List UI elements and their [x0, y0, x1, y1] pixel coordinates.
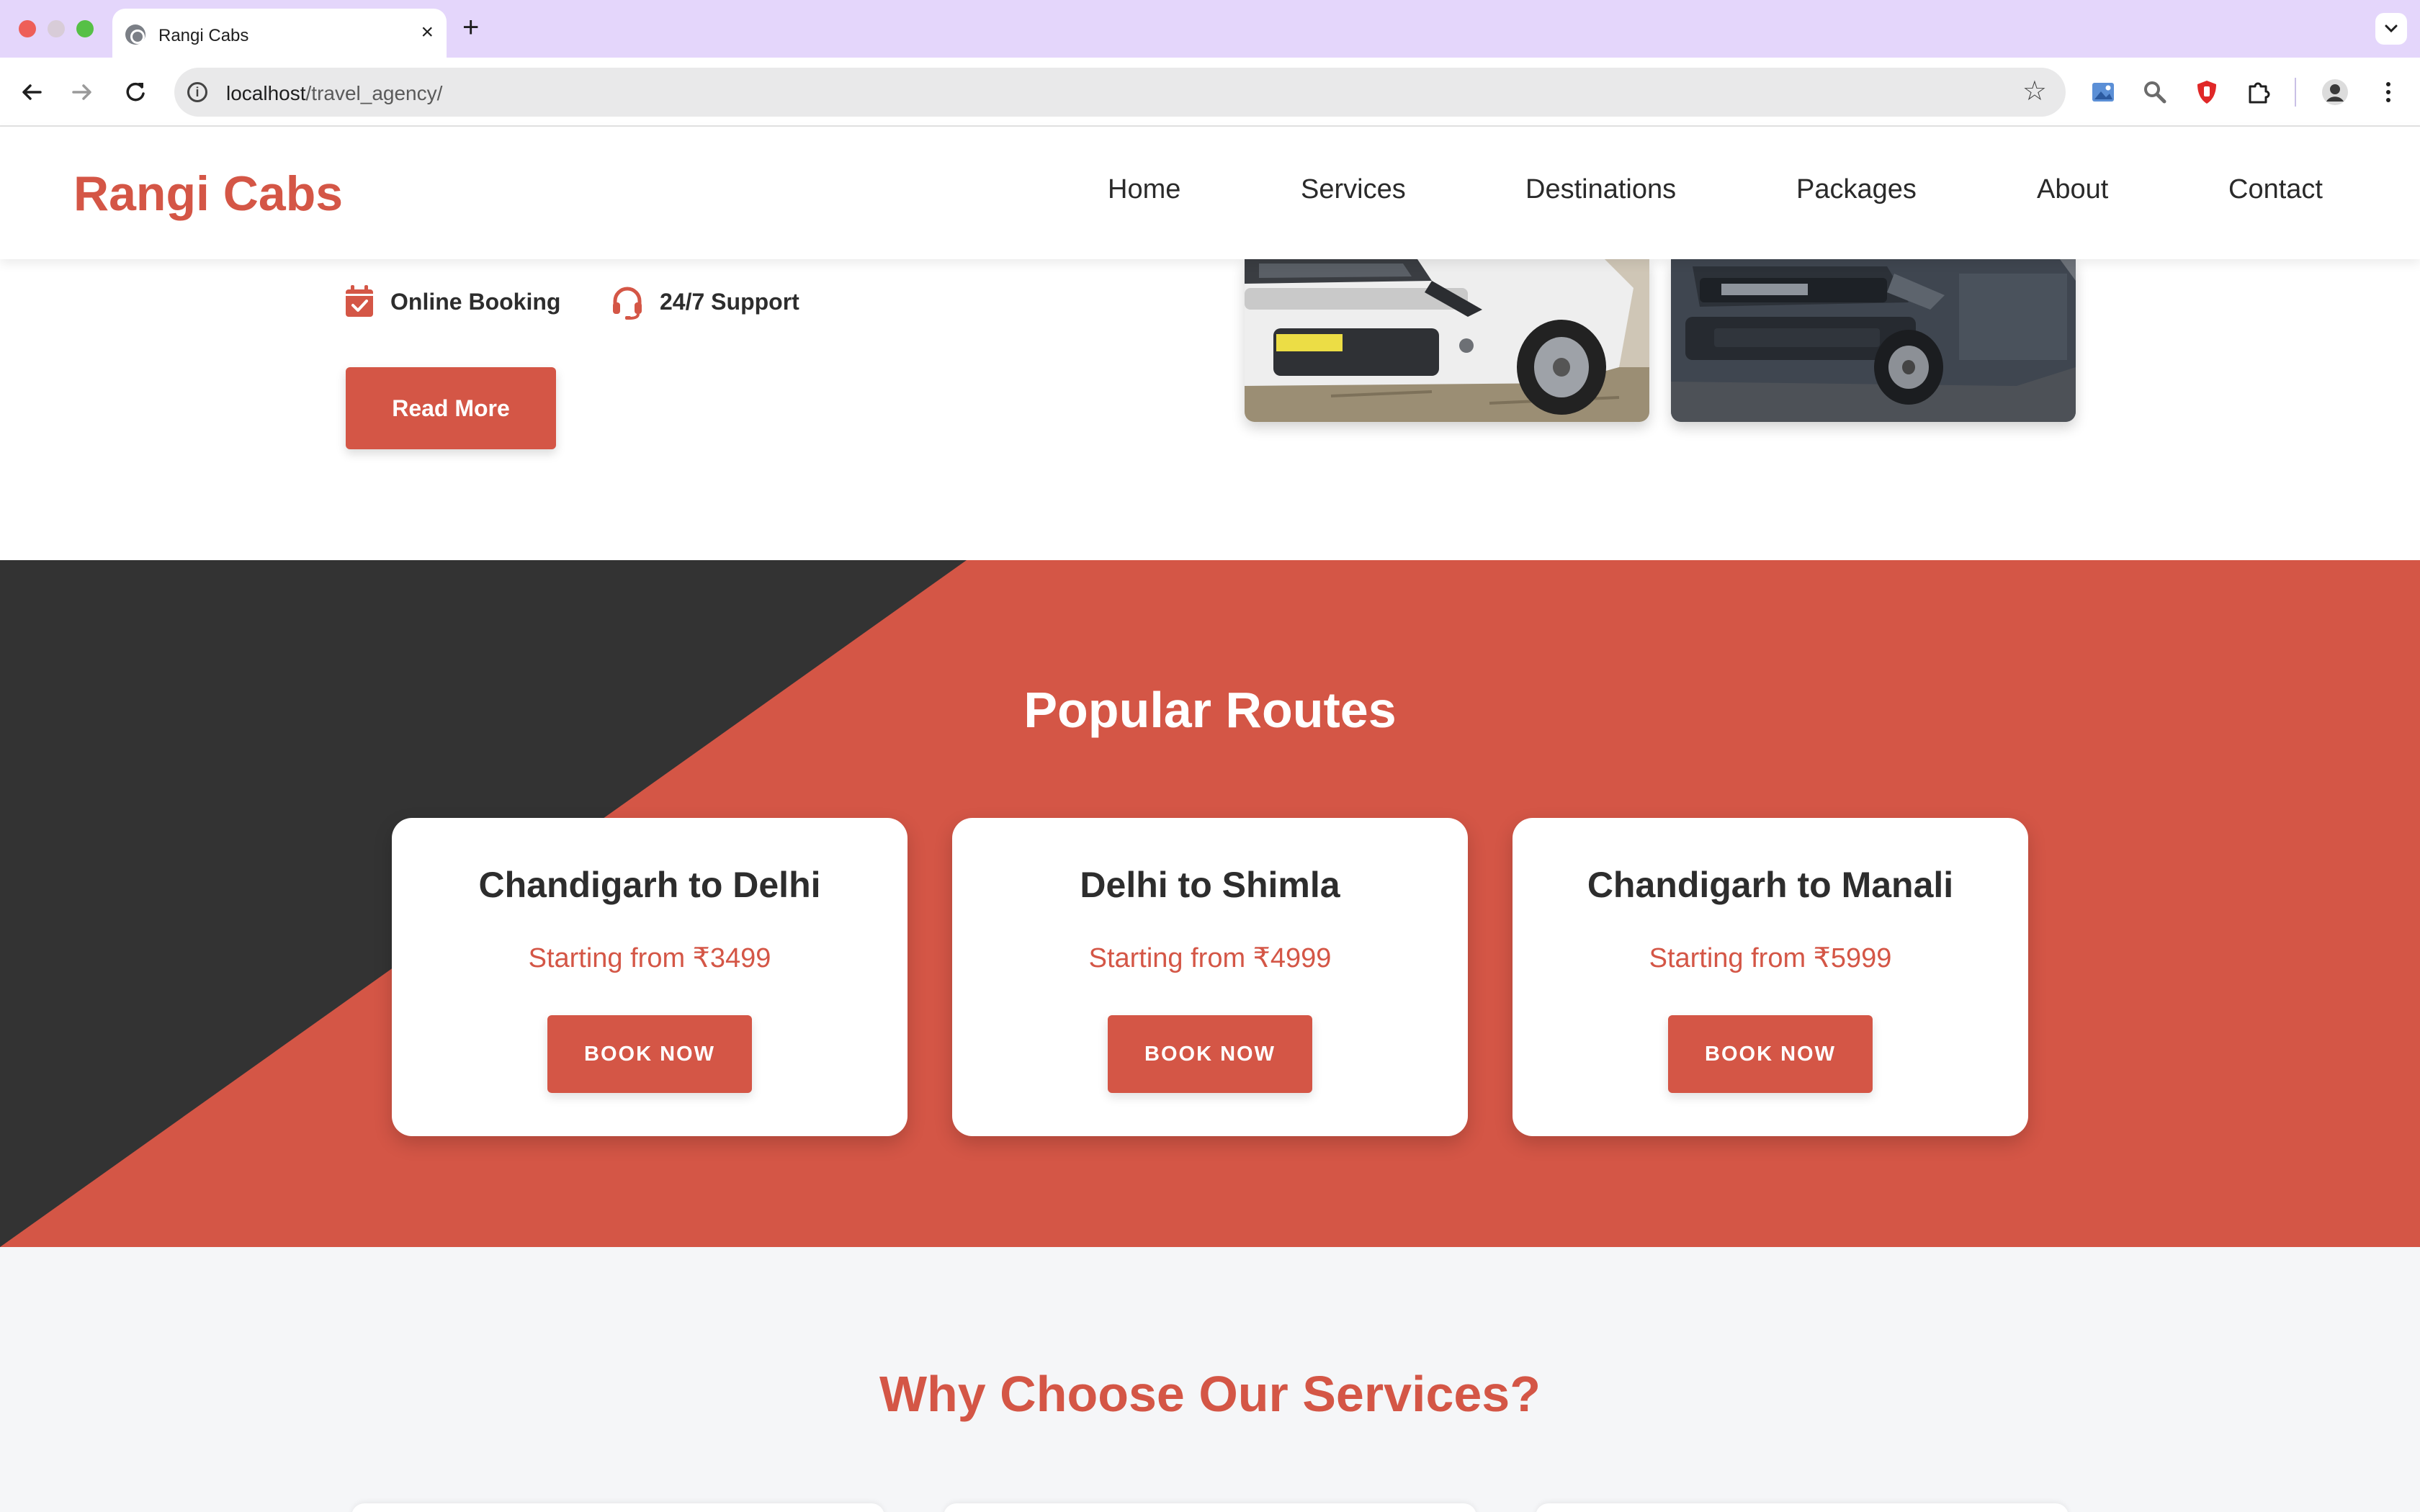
close-window-button[interactable] — [19, 20, 36, 37]
route-card: Delhi to Shimla Starting from ₹4999 BOOK… — [952, 818, 1468, 1136]
browser-menu-icon[interactable] — [2374, 78, 2403, 107]
extensions-puzzle-icon[interactable] — [2244, 78, 2273, 107]
calendar-check-icon — [346, 285, 373, 317]
feature-online-booking: Online Booking — [343, 284, 560, 320]
nav-packages[interactable]: Packages — [1796, 174, 1917, 205]
book-now-button[interactable]: BOOK NOW — [1668, 1015, 1873, 1093]
service-card — [944, 1503, 1476, 1512]
section-title: Why Choose Our Services? — [879, 1366, 1541, 1422]
minimize-window-button[interactable] — [48, 20, 65, 37]
extension-photo-icon[interactable] — [2089, 78, 2118, 107]
read-more-button[interactable]: Read More — [346, 367, 556, 449]
dark-van-image — [1671, 259, 2076, 422]
toolbar-divider — [2295, 78, 2296, 107]
route-price: Starting from ₹4999 — [1088, 943, 1332, 973]
reload-button[interactable] — [120, 76, 151, 108]
browser-tabstrip: Rangi Cabs × + — [0, 0, 2420, 58]
extension-magnifier-icon[interactable] — [2141, 78, 2169, 107]
nav-about[interactable]: About — [2037, 174, 2108, 205]
book-now-button[interactable]: BOOK NOW — [547, 1015, 752, 1093]
nav-services[interactable]: Services — [1301, 174, 1406, 205]
site-info-icon[interactable]: i — [187, 82, 207, 102]
url-text: localhost/travel_agency/ — [226, 82, 443, 104]
chevron-down-icon — [2385, 24, 2398, 33]
section-title: Popular Routes — [1023, 682, 1397, 738]
white-suv-image — [1245, 259, 1649, 422]
nav-home[interactable]: Home — [1108, 174, 1180, 205]
service-card — [351, 1503, 884, 1512]
site-logo[interactable]: Rangi Cabs — [73, 166, 343, 222]
site-header: Rangi Cabs Home Services Destinations Pa… — [0, 127, 2420, 259]
route-price: Starting from ₹3499 — [528, 943, 771, 973]
feature-label: 24/7 Support — [660, 288, 799, 315]
feature-label: Online Booking — [390, 288, 561, 315]
nav-destinations[interactable]: Destinations — [1525, 174, 1676, 205]
route-name: Chandigarh to Delhi — [478, 865, 821, 905]
tab-search-button[interactable] — [2375, 13, 2407, 45]
headset-icon — [613, 287, 642, 320]
extension-shield-icon[interactable] — [2192, 78, 2221, 107]
route-name: Delhi to Shimla — [1080, 865, 1340, 905]
service-card — [1536, 1503, 2069, 1512]
route-card: Chandigarh to Manali Starting from ₹5999… — [1512, 818, 2028, 1136]
new-tab-button[interactable]: + — [462, 13, 479, 42]
maximize-window-button[interactable] — [76, 20, 94, 37]
route-price: Starting from ₹5999 — [1649, 943, 1892, 973]
globe-icon — [125, 24, 145, 45]
arrow-left-icon — [22, 84, 42, 100]
tab-close-button[interactable]: × — [421, 22, 434, 43]
feature-support: 24/7 Support — [609, 284, 799, 320]
forward-button[interactable] — [66, 76, 98, 108]
back-button[interactable] — [16, 76, 48, 108]
nav-contact[interactable]: Contact — [2228, 174, 2323, 205]
address-bar[interactable]: i localhost/travel_agency/ ☆ — [174, 68, 2066, 117]
profile-avatar[interactable] — [2321, 78, 2349, 107]
reload-icon — [126, 82, 145, 102]
popular-routes-section: Popular Routes Chandigarh to Delhi Start… — [0, 560, 2420, 1247]
route-name: Chandigarh to Manali — [1587, 865, 1954, 905]
why-choose-section: Why Choose Our Services? — [0, 1247, 2420, 1512]
hero-section: Online Booking 24/7 Support Read More — [0, 259, 2420, 560]
arrow-right-icon — [72, 84, 91, 100]
route-card: Chandigarh to Delhi Starting from ₹3499 … — [392, 818, 908, 1136]
book-now-button[interactable]: BOOK NOW — [1108, 1015, 1312, 1093]
tab-title: Rangi Cabs — [158, 26, 249, 45]
bookmark-star-icon[interactable]: ☆ — [2022, 78, 2047, 105]
browser-toolbar: i localhost/travel_agency/ ☆ — [0, 58, 2420, 127]
browser-tab-active[interactable]: Rangi Cabs × — [112, 9, 447, 58]
